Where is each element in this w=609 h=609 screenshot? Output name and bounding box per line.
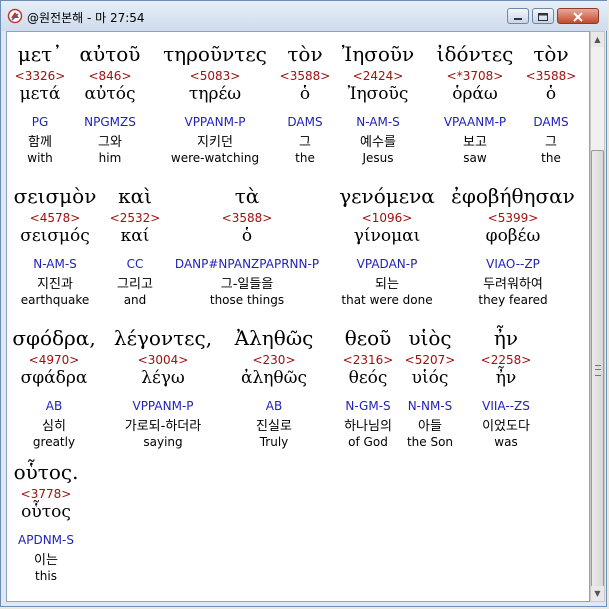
- korean-gloss: 그: [545, 135, 557, 150]
- strong-number: <5399>: [487, 211, 539, 225]
- korean-gloss: 두려워하여: [483, 277, 543, 292]
- parsing-code: APDNM-S: [18, 533, 74, 547]
- lemma: ὁ: [545, 84, 557, 104]
- parsing-code: VIIA--ZS: [482, 399, 530, 413]
- word-column[interactable]: οὗτος. <3778> οὗτος APDNM-S 이는 this: [7, 460, 126, 583]
- strong-number: <2258>: [480, 353, 532, 367]
- minimize-button[interactable]: [507, 8, 529, 24]
- grip-icon: [595, 365, 601, 376]
- vertical-scrollbar[interactable]: ▲ ▼: [590, 31, 605, 602]
- close-icon: [573, 12, 583, 22]
- maximize-icon: [538, 13, 548, 21]
- word-column[interactable]: ἦν <2258> ἦν VIIA--ZS 이었도다 was: [426, 326, 586, 449]
- greek-word: ἐφοβήθησαν: [451, 184, 575, 208]
- title-bar[interactable]: @원전본해 - 마 27:54: [1, 1, 608, 31]
- lemma: ὁ: [241, 226, 253, 246]
- scroll-down-icon[interactable]: ▼: [591, 586, 604, 601]
- english-gloss: they feared: [478, 293, 548, 307]
- word-column[interactable]: τὰ <3588> ὁ DANP#NPANZPAPRNN-P 그-일들을 those th…: [167, 184, 327, 307]
- app-logo-icon: [7, 8, 23, 24]
- word-column[interactable]: ἐφοβήθησαν <5399> φοβέω VIAO--ZP 두려워하여 they f…: [433, 184, 589, 307]
- english-gloss: those things: [209, 293, 285, 307]
- word-column[interactable]: τὸν <3588> ὁ DAMS 그 the: [471, 42, 589, 165]
- scroll-thumb[interactable]: [591, 150, 604, 588]
- greek-word: τὸν: [533, 42, 569, 66]
- parsing-code: DAMS: [533, 115, 569, 129]
- parsing-code: VIAO--ZP: [486, 257, 540, 271]
- lemma: φοβέω: [485, 226, 541, 246]
- strong-number: <3778>: [20, 487, 72, 501]
- strong-number: <3588>: [525, 69, 577, 83]
- korean-gloss: 그-일들을: [220, 277, 274, 292]
- maximize-button[interactable]: [532, 8, 554, 24]
- greek-word: οὗτος.: [13, 460, 79, 484]
- interlinear-content: μετ᾽ <3326> μετά PG 함께 with αὐτοῦ <846> αὐτός NPG…: [6, 31, 590, 602]
- english-gloss: this: [35, 569, 57, 583]
- parsing-code: DANP#NPANZPAPRNN-P: [174, 257, 320, 271]
- lemma: οὗτος: [21, 502, 71, 522]
- strong-number: <3588>: [221, 211, 273, 225]
- korean-gloss: 이는: [34, 553, 58, 568]
- greek-word: ἦν: [493, 326, 519, 350]
- window-title: @원전본해 - 마 27:54: [27, 11, 145, 25]
- korean-gloss: 이었도다: [482, 419, 530, 434]
- close-button[interactable]: [557, 8, 599, 24]
- app-window: @원전본해 - 마 27:54 μετ᾽ <3326> μετά PG 함께 with αὐ…: [0, 0, 608, 607]
- lemma: ἦν: [495, 368, 517, 388]
- scroll-up-icon[interactable]: ▲: [591, 32, 604, 47]
- english-gloss: the: [541, 151, 561, 165]
- greek-word: τὰ: [234, 184, 260, 208]
- minimize-icon: [514, 18, 522, 20]
- english-gloss: was: [494, 435, 518, 449]
